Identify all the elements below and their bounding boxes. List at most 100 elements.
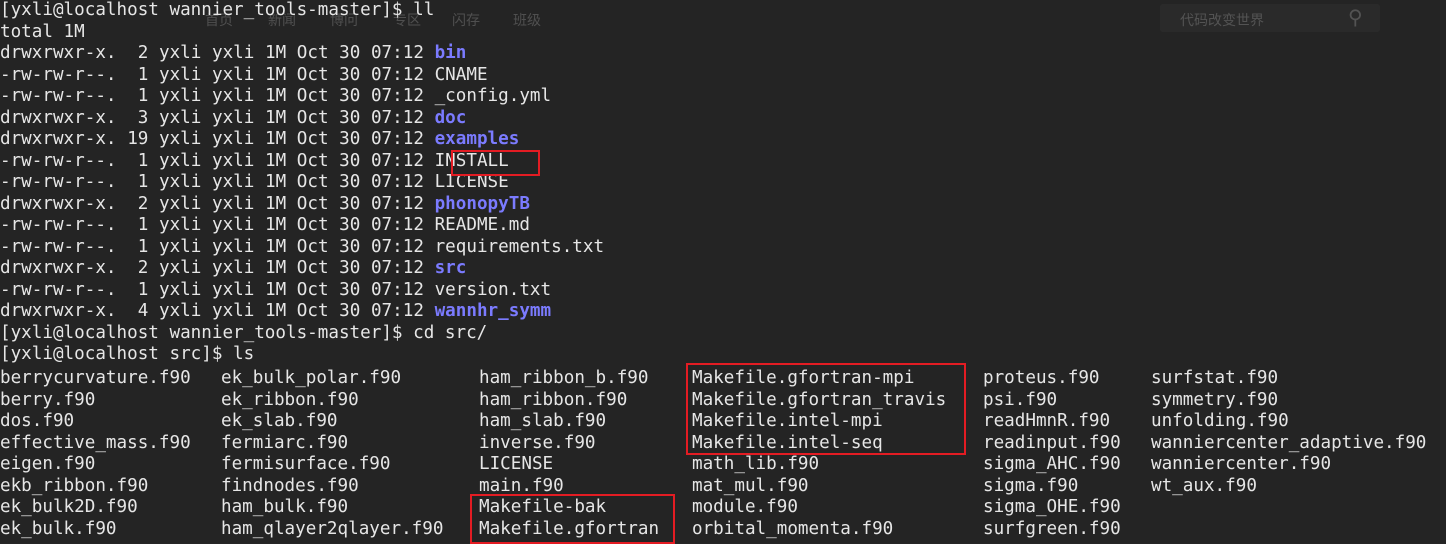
- shell-prompt-line: [yxli@localhost src]$ ls: [0, 344, 255, 364]
- ll-user: yxli: [159, 215, 202, 235]
- ll-size: 1M: [265, 236, 287, 257]
- ll-date: Oct 30 07:12: [296, 86, 424, 106]
- ll-date: Oct 30 07:12: [296, 64, 424, 85]
- ll-name-directory: src: [434, 258, 467, 278]
- ll-date: Oct 30 07:12: [296, 279, 424, 300]
- ls-file-entry: mat_mul.f90: [692, 475, 809, 496]
- ll-user: yxli: [159, 193, 202, 214]
- ll-date: Oct 30 07:12: [296, 193, 424, 214]
- ll-date: Oct 30 07:12: [296, 43, 424, 63]
- ls-file-entry: ham_slab.f90: [479, 411, 607, 431]
- ghost-nav-flash: 闪存: [452, 12, 480, 28]
- ll-perm: drwxrwxr-x.: [0, 43, 117, 63]
- ll-user: yxli: [159, 172, 202, 192]
- ls-file-entry: sigma_AHC.f90: [983, 454, 1121, 474]
- ls-file-entry: main.f90: [479, 475, 564, 496]
- ls-file-entry: ek_slab.f90: [221, 411, 338, 431]
- ll-name-directory: phonopyTB: [434, 193, 530, 214]
- ll-group: yxli: [212, 86, 255, 106]
- ll-links: 1: [127, 236, 149, 257]
- ll-links: 2: [127, 43, 149, 63]
- ll-size: 1M: [265, 172, 287, 192]
- ll-user: yxli: [159, 107, 202, 128]
- ls-file-entry: LICENSE: [479, 454, 554, 474]
- ll-links: 2: [127, 193, 149, 214]
- ls-file-entry: Makefile.intel-mpi: [692, 411, 883, 431]
- ll-size: 1M: [265, 279, 287, 300]
- ll-links: 4: [127, 301, 149, 321]
- ll-perm: -rw-rw-r--.: [0, 236, 117, 257]
- shell-prompt-line: [yxli@localhost wannier_tools-master]$ l…: [0, 0, 435, 20]
- ll-perm: drwxrwxr-x.: [0, 258, 117, 278]
- ls-file-entry: fermiarc.f90: [221, 432, 349, 453]
- ll-user: yxli: [159, 236, 202, 257]
- ls-file-entry: ham_ribbon.f90: [479, 389, 628, 410]
- ll-date: Oct 30 07:12: [296, 172, 424, 192]
- ls-file-entry: sigma.f90: [983, 475, 1079, 496]
- ll-size: 1M: [265, 258, 287, 278]
- shell-prompt-line: [yxli@localhost wannier_tools-master]$ c…: [0, 322, 488, 343]
- ls-file-entry: Makefile.gfortran-mpi: [692, 368, 915, 388]
- ls-file-entry: dos.f90: [0, 411, 75, 431]
- ll-group: yxli: [212, 43, 255, 63]
- ls-file-entry: Makefile.gfortran_travis: [692, 389, 947, 410]
- ll-links: 1: [127, 279, 149, 300]
- ll-date: Oct 30 07:12: [296, 236, 424, 257]
- ll-group: yxli: [212, 215, 255, 235]
- ll-name: README.md: [434, 215, 530, 235]
- ll-perm: -rw-rw-r--.: [0, 215, 117, 235]
- ll-group: yxli: [212, 129, 255, 149]
- terminal-window[interactable]: 首页 新闻 博问 专区 闪存 班级 代码改变世界 ⚲ [yxli@localho…: [0, 0, 1446, 544]
- ll-group: yxli: [212, 301, 255, 321]
- ll-group: yxli: [212, 172, 255, 192]
- ll-date: Oct 30 07:12: [296, 301, 424, 321]
- ghost-nav-class: 班级: [513, 12, 541, 28]
- ls-file-entry: Makefile.gfortran: [479, 518, 660, 539]
- ll-name-directory: wannhr_symm: [434, 301, 552, 321]
- ll-user: yxli: [159, 86, 202, 106]
- ll-name: INSTALL: [434, 150, 509, 171]
- ll-user: yxli: [159, 129, 202, 149]
- ll-name-directory: bin: [434, 43, 467, 63]
- ll-date: Oct 30 07:12: [296, 215, 424, 235]
- ls-file-entry: orbital_momenta.f90: [692, 518, 894, 539]
- ls-file-entry: ek_ribbon.f90: [221, 389, 359, 410]
- ll-perm: drwxrwxr-x.: [0, 193, 117, 214]
- ls-file-entry: psi.f90: [983, 389, 1058, 410]
- ls-file-entry: ham_qlayer2qlayer.f90: [221, 518, 444, 539]
- ls-file-entry: proteus.f90: [983, 368, 1100, 388]
- ls-file-entry: symmetry.f90: [1151, 389, 1279, 410]
- ll-links: 1: [127, 215, 149, 235]
- ll-size: 1M: [265, 215, 287, 235]
- ll-links: 3: [127, 107, 149, 128]
- ll-size: 1M: [265, 86, 287, 106]
- ls-file-entry: eigen.f90: [0, 454, 96, 474]
- ls-file-entry: wt_aux.f90: [1151, 475, 1257, 496]
- ll-perm: -rw-rw-r--.: [0, 64, 117, 85]
- ll-size: 1M: [265, 301, 287, 321]
- ll-perm: -rw-rw-r--.: [0, 172, 117, 192]
- ll-user: yxli: [159, 150, 202, 171]
- ll-name: _config.yml: [434, 86, 552, 106]
- ll-size: 1M: [265, 129, 287, 149]
- ll-perm: -rw-rw-r--.: [0, 279, 117, 300]
- ll-group: yxli: [212, 107, 255, 128]
- ll-date: Oct 30 07:12: [296, 129, 424, 149]
- ll-perm: drwxrwxr-x.: [0, 301, 117, 321]
- ll-links: 2: [127, 258, 149, 278]
- ll-group: yxli: [212, 64, 255, 85]
- output-line: total 1M: [0, 21, 85, 42]
- ll-user: yxli: [159, 64, 202, 85]
- ll-size: 1M: [265, 43, 287, 63]
- ls-file-entry: effective_mass.f90: [0, 432, 191, 453]
- ll-name: requirements.txt: [434, 236, 605, 257]
- ls-file-entry: ham_ribbon_b.f90: [479, 368, 649, 388]
- ll-name-directory: doc: [434, 107, 467, 128]
- ls-file-entry: wanniercenter.f90: [1151, 454, 1332, 474]
- ll-group: yxli: [212, 193, 255, 214]
- ll-links: 1: [127, 150, 149, 171]
- ll-name: CNAME: [434, 64, 488, 85]
- ls-file-entry: ek_bulk.f90: [0, 518, 117, 539]
- ll-links: 1: [127, 172, 149, 192]
- ls-file-entry: ham_bulk.f90: [221, 497, 349, 517]
